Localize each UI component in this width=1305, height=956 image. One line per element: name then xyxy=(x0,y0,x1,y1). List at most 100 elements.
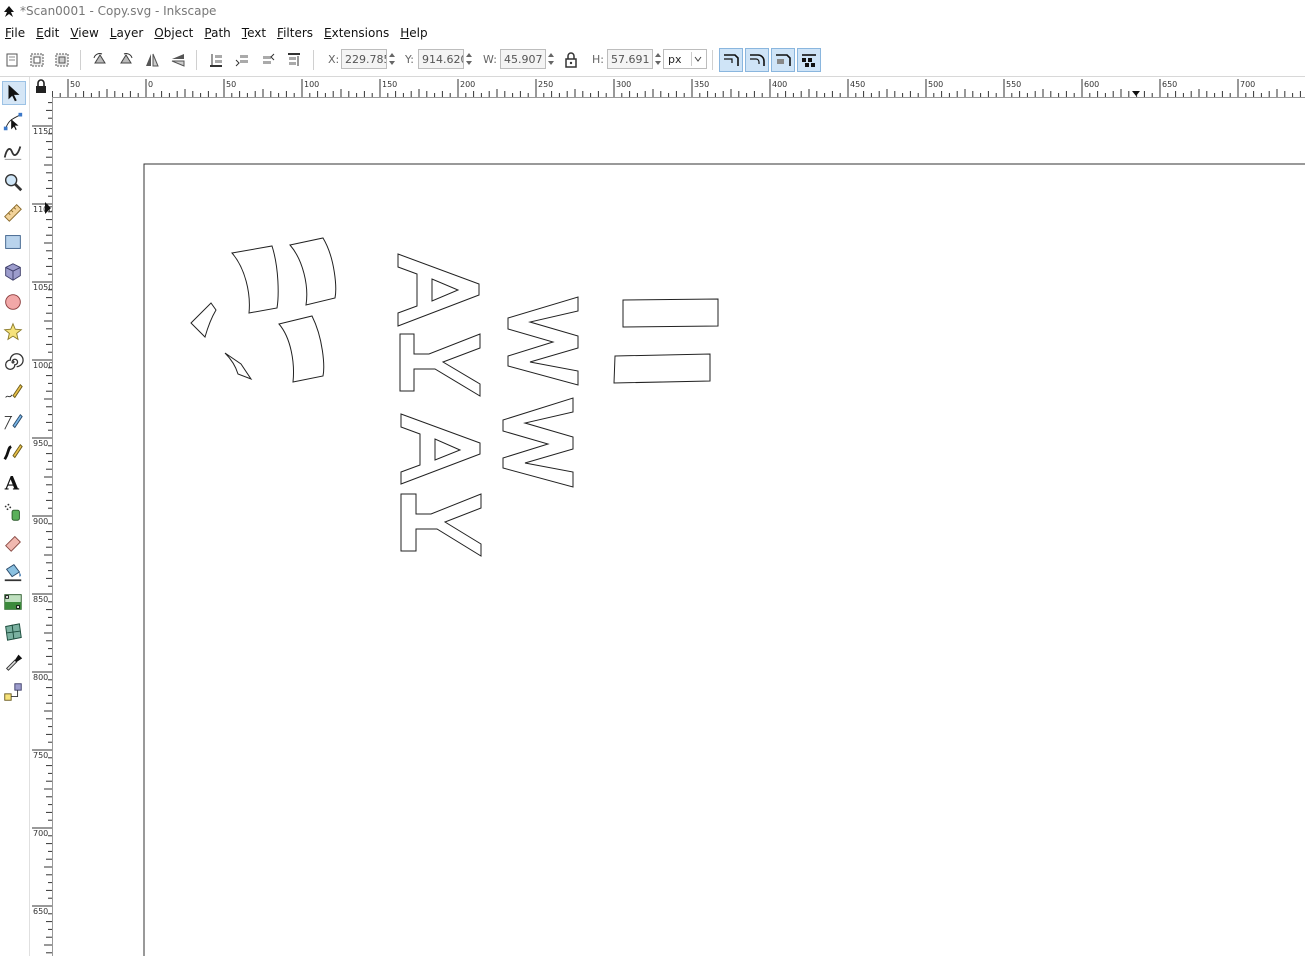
unit-select[interactable]: px xyxy=(663,49,707,69)
menu-extensions[interactable]: Extensions xyxy=(319,24,395,44)
menu-help[interactable]: Help xyxy=(395,24,433,44)
arrow-pointer-icon xyxy=(8,84,20,102)
raise-icon[interactable] xyxy=(259,51,277,69)
menu-mnemonic: O xyxy=(154,26,164,40)
deselect-icon[interactable] xyxy=(53,51,71,69)
path-letter-w-1 xyxy=(507,296,579,386)
h-spinner-icon[interactable] xyxy=(653,49,663,69)
menu-label: ile xyxy=(11,26,26,40)
menu-file[interactable]: File xyxy=(0,24,31,44)
spray-tool[interactable] xyxy=(2,501,26,525)
ruler-label: 900 xyxy=(33,517,48,526)
tweak-tool[interactable] xyxy=(2,141,26,165)
path-letter-a-1 xyxy=(397,253,480,327)
menu-label: bject xyxy=(163,26,194,40)
vertical-ruler[interactable]: 1150 1100 1050 1000 950 900 850 800 750 700 650 xyxy=(30,97,53,956)
y-label: Y: xyxy=(405,53,414,66)
ruler-label: 1000 xyxy=(33,361,53,370)
ruler-label: 50 xyxy=(226,80,236,89)
lower-to-bottom-icon[interactable] xyxy=(207,51,225,69)
gradient-tool[interactable] xyxy=(2,591,26,615)
select-all-icon[interactable] xyxy=(4,51,22,69)
rectangle-tool[interactable] xyxy=(2,231,26,255)
rectangle-icon xyxy=(5,235,21,249)
connector-icon xyxy=(4,683,22,701)
connector-tool[interactable] xyxy=(2,681,26,705)
eraser-tool[interactable] xyxy=(2,531,26,555)
ruler-corner[interactable] xyxy=(30,77,52,97)
flip-horizontal-icon[interactable] xyxy=(143,51,161,69)
spiral-icon xyxy=(5,353,24,370)
x-input[interactable]: 229.785 xyxy=(341,49,387,69)
menu-object[interactable]: Object xyxy=(149,24,199,44)
rotate-cw-icon[interactable] xyxy=(117,51,135,69)
lower-icon[interactable] xyxy=(233,51,251,69)
menu-label: ilters xyxy=(283,26,314,40)
drawing-canvas[interactable] xyxy=(53,98,1305,956)
ruler-label: 400 xyxy=(772,80,787,89)
pencil-tool[interactable] xyxy=(2,381,26,405)
menu-layer[interactable]: Layer xyxy=(105,24,149,44)
mesh-tool[interactable] xyxy=(2,621,26,645)
ruler-label: 750 xyxy=(33,751,48,760)
dropper-tool[interactable] xyxy=(2,651,26,675)
raise-to-top-icon[interactable] xyxy=(285,51,303,69)
guide-lock-icon xyxy=(36,79,46,93)
ruler-label: 50 xyxy=(70,80,80,89)
lock-icon[interactable] xyxy=(562,51,580,69)
menu-filters[interactable]: Filters xyxy=(272,24,319,44)
pen-tool[interactable] xyxy=(2,411,26,435)
title-bar: *Scan0001 - Copy.svg - Inkscape xyxy=(0,0,1305,24)
ruler-label: 350 xyxy=(694,80,709,89)
menu-label: iew xyxy=(78,26,99,40)
flip-vertical-icon[interactable] xyxy=(169,51,187,69)
toolbar-separator xyxy=(196,50,197,70)
circle-icon xyxy=(5,294,21,310)
ruler-label: 550 xyxy=(1006,80,1021,89)
measure-tool[interactable] xyxy=(2,201,26,225)
scale-corners-toggle[interactable] xyxy=(745,48,769,72)
ruler-label: 150 xyxy=(382,80,397,89)
select-all-layers-icon[interactable] xyxy=(28,51,46,69)
paint-bucket-tool[interactable] xyxy=(2,561,26,585)
path-curved-bar-1 xyxy=(231,245,279,314)
node-tool[interactable] xyxy=(2,111,26,135)
menu-edit[interactable]: Edit xyxy=(31,24,65,44)
tool-controls-bar: X: 229.785 Y: 914.620 W: 45.907 H: 57.69… xyxy=(0,44,1305,77)
menu-label: dit xyxy=(43,26,60,40)
h-input[interactable]: 57.691 xyxy=(607,49,653,69)
ellipse-tool[interactable] xyxy=(2,291,26,315)
y-spinner-icon[interactable] xyxy=(464,49,474,69)
star-tool[interactable] xyxy=(2,321,26,345)
menu-text[interactable]: Text xyxy=(237,24,272,44)
menu-path[interactable]: Path xyxy=(199,24,236,44)
toolbar-separator xyxy=(313,50,314,70)
text-tool[interactable]: A xyxy=(2,471,26,495)
ruler-label: 1050 xyxy=(33,283,53,292)
y-input[interactable]: 914.620 xyxy=(418,49,464,69)
w-input[interactable]: 45.907 xyxy=(500,49,546,69)
x-label: X: xyxy=(328,53,340,66)
menu-view[interactable]: View xyxy=(65,24,104,44)
ruler-label: 600 xyxy=(1084,80,1099,89)
calligraphy-tool[interactable] xyxy=(2,441,26,465)
move-gradients-toggle[interactable] xyxy=(771,48,795,72)
path-letter-k-1 xyxy=(399,333,481,397)
spiral-tool[interactable] xyxy=(2,351,26,375)
scale-stroke-toggle[interactable] xyxy=(719,48,743,72)
x-spinner-icon[interactable] xyxy=(387,49,397,69)
horizontal-ruler[interactable]: 50 0 50 100 150 200 250 300 350 400 450 500 550 600 65… xyxy=(52,77,1305,98)
move-patterns-toggle[interactable] xyxy=(797,48,821,72)
3d-box-tool[interactable] xyxy=(2,261,26,285)
zoom-tool[interactable] xyxy=(2,171,26,195)
toolbar-separator xyxy=(712,50,713,70)
w-spinner-icon[interactable] xyxy=(546,49,556,69)
toolbar-separator xyxy=(80,50,81,70)
menu-mnemonic: H xyxy=(400,26,410,40)
rotate-ccw-icon[interactable] xyxy=(91,51,109,69)
mesh-icon xyxy=(5,623,22,641)
cube-icon xyxy=(5,263,21,281)
unit-value: px xyxy=(668,53,682,66)
ruler-label: 1150 xyxy=(33,127,53,136)
selector-tool[interactable] xyxy=(2,81,26,105)
